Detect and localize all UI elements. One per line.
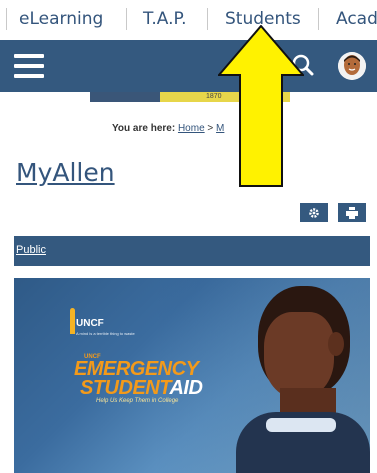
page-title[interactable]: MyAllen <box>16 158 115 187</box>
nav-divider <box>6 8 7 30</box>
student-ear <box>328 332 344 356</box>
uncf-logo: UNCF <box>76 318 104 329</box>
section-header: Public <box>14 236 370 266</box>
settings-button[interactable] <box>300 203 328 222</box>
student-collar <box>266 418 336 432</box>
hero-subtitle: Help Us Keep Them in College <box>96 398 179 404</box>
nav-divider <box>126 8 127 30</box>
nav-tap[interactable]: T.A.P. <box>143 9 187 29</box>
top-navigation: eLearning T.A.P. Students Acad <box>0 0 377 38</box>
hamburger-icon[interactable] <box>14 54 44 78</box>
hero-heading-line2: STUDENTAID <box>80 377 203 400</box>
hero-heading-aid: AID <box>169 377 203 399</box>
breadcrumb: You are here: Home > M <box>112 123 224 134</box>
breadcrumb-separator: > <box>207 123 214 134</box>
hero-image[interactable]: UNCF A mind is a terrible thing to waste… <box>14 278 370 473</box>
breadcrumb-label: You are here: <box>112 123 176 134</box>
site-header <box>0 40 377 92</box>
hero-heading-student: STUDENT <box>80 377 170 399</box>
user-avatar-icon <box>338 52 366 80</box>
banner-graphic <box>90 92 160 102</box>
nav-divider <box>207 8 208 30</box>
breadcrumb-home-link[interactable]: Home <box>178 123 205 134</box>
nav-divider <box>318 8 319 30</box>
public-link[interactable]: Public <box>16 244 46 256</box>
nav-elearning[interactable]: eLearning <box>19 9 103 29</box>
nav-academics[interactable]: Acad <box>336 9 377 29</box>
gear-icon <box>309 208 319 218</box>
print-icon <box>346 207 358 219</box>
yellow-arrow-icon <box>218 25 304 187</box>
uncf-tagline: A mind is a terrible thing to waste <box>76 331 135 336</box>
student-face <box>264 312 334 398</box>
torch-icon <box>70 308 75 334</box>
avatar[interactable] <box>338 52 366 80</box>
print-button[interactable] <box>338 203 366 222</box>
